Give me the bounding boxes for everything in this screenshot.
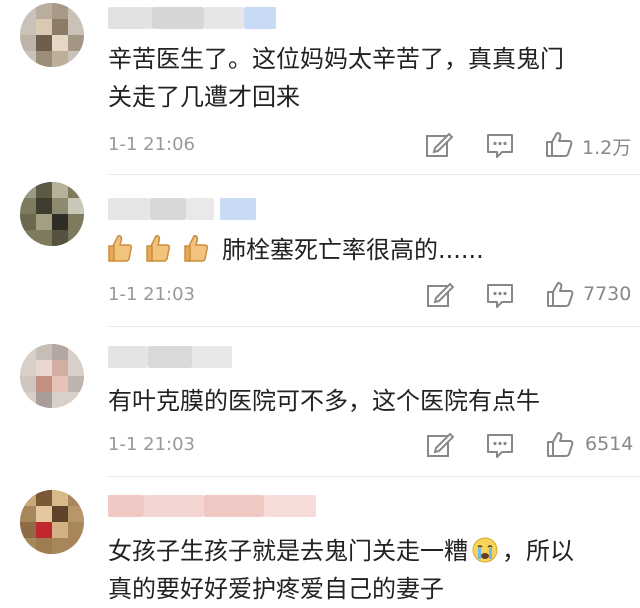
username-blurred[interactable] bbox=[108, 7, 276, 29]
comment-timestamp: 1-1 21:03 bbox=[108, 434, 195, 455]
like-count: 7730 bbox=[583, 283, 632, 305]
comment-item: 辛苦医生了。这位妈妈太辛苦了，真真鬼门 关走了几遭才回来 1-1 21:06 1… bbox=[0, 0, 640, 168]
divider bbox=[108, 326, 640, 327]
comment-text: 肺栓塞死亡率很高的...... bbox=[108, 231, 638, 269]
comment-timestamp: 1-1 21:06 bbox=[108, 134, 195, 155]
like-count: 6514 bbox=[585, 433, 634, 455]
comment-icon[interactable] bbox=[486, 283, 514, 309]
comment-item: 有叶克膜的医院可不多，这个医院有点牛 1-1 21:03 6514 bbox=[0, 328, 640, 478]
thumbs-up-icon[interactable] bbox=[546, 431, 574, 457]
crying-face-emoji bbox=[472, 536, 498, 563]
comment-text: 女孩子生孩子就是去鬼门关走一糟 ，所以 真的要好好爱护疼爱自己的妻子 bbox=[108, 532, 638, 608]
like-count: 1.2万 bbox=[582, 137, 632, 159]
comment-text-line: 关走了几遭才回来 bbox=[108, 83, 300, 111]
comment-text-line: ，所以 bbox=[502, 537, 574, 565]
comment-text-line: 真的要好好爱护疼爱自己的妻子 bbox=[108, 575, 444, 603]
divider bbox=[108, 476, 640, 477]
thumbs-up-icon[interactable] bbox=[546, 281, 574, 307]
avatar[interactable] bbox=[20, 490, 84, 554]
comment-timestamp: 1-1 21:03 bbox=[108, 284, 195, 305]
username-blurred[interactable] bbox=[108, 346, 232, 368]
vip-badge bbox=[244, 7, 276, 29]
username-blurred[interactable] bbox=[108, 198, 256, 220]
comment-item: 女孩子生孩子就是去鬼门关走一糟 ，所以 真的要好好爱护疼爱自己的妻子 bbox=[0, 478, 640, 603]
avatar[interactable] bbox=[20, 182, 84, 246]
thumbs-up-icon[interactable] bbox=[545, 131, 573, 157]
edit-icon[interactable] bbox=[425, 132, 453, 158]
divider bbox=[108, 174, 640, 175]
comment-icon[interactable] bbox=[486, 133, 514, 159]
comment-text-line: 女孩子生孩子就是去鬼门关走一糟 bbox=[108, 537, 468, 565]
edit-icon[interactable] bbox=[426, 282, 454, 308]
comment-text: 辛苦医生了。这位妈妈太辛苦了，真真鬼门 关走了几遭才回来 bbox=[108, 40, 638, 116]
comment-text-line: 有叶克膜的医院可不多，这个医院有点牛 bbox=[108, 387, 540, 415]
username-blurred[interactable] bbox=[108, 495, 316, 517]
comment-icon[interactable] bbox=[486, 433, 514, 459]
edit-icon[interactable] bbox=[426, 432, 454, 458]
avatar[interactable] bbox=[20, 3, 84, 67]
comment-text-line: 辛苦医生了。这位妈妈太辛苦了，真真鬼门 bbox=[108, 45, 564, 73]
comment-item: 肺栓塞死亡率很高的...... 1-1 21:03 7730 bbox=[0, 176, 640, 336]
thumbs-up-emoji bbox=[108, 233, 134, 263]
thumbs-up-emoji bbox=[184, 233, 210, 263]
avatar[interactable] bbox=[20, 344, 84, 408]
thumbs-up-emoji bbox=[146, 233, 172, 263]
comment-text: 有叶克膜的医院可不多，这个医院有点牛 bbox=[108, 382, 638, 420]
vip-badge bbox=[220, 198, 256, 220]
comment-text-line: 肺栓塞死亡率很高的...... bbox=[222, 236, 484, 264]
